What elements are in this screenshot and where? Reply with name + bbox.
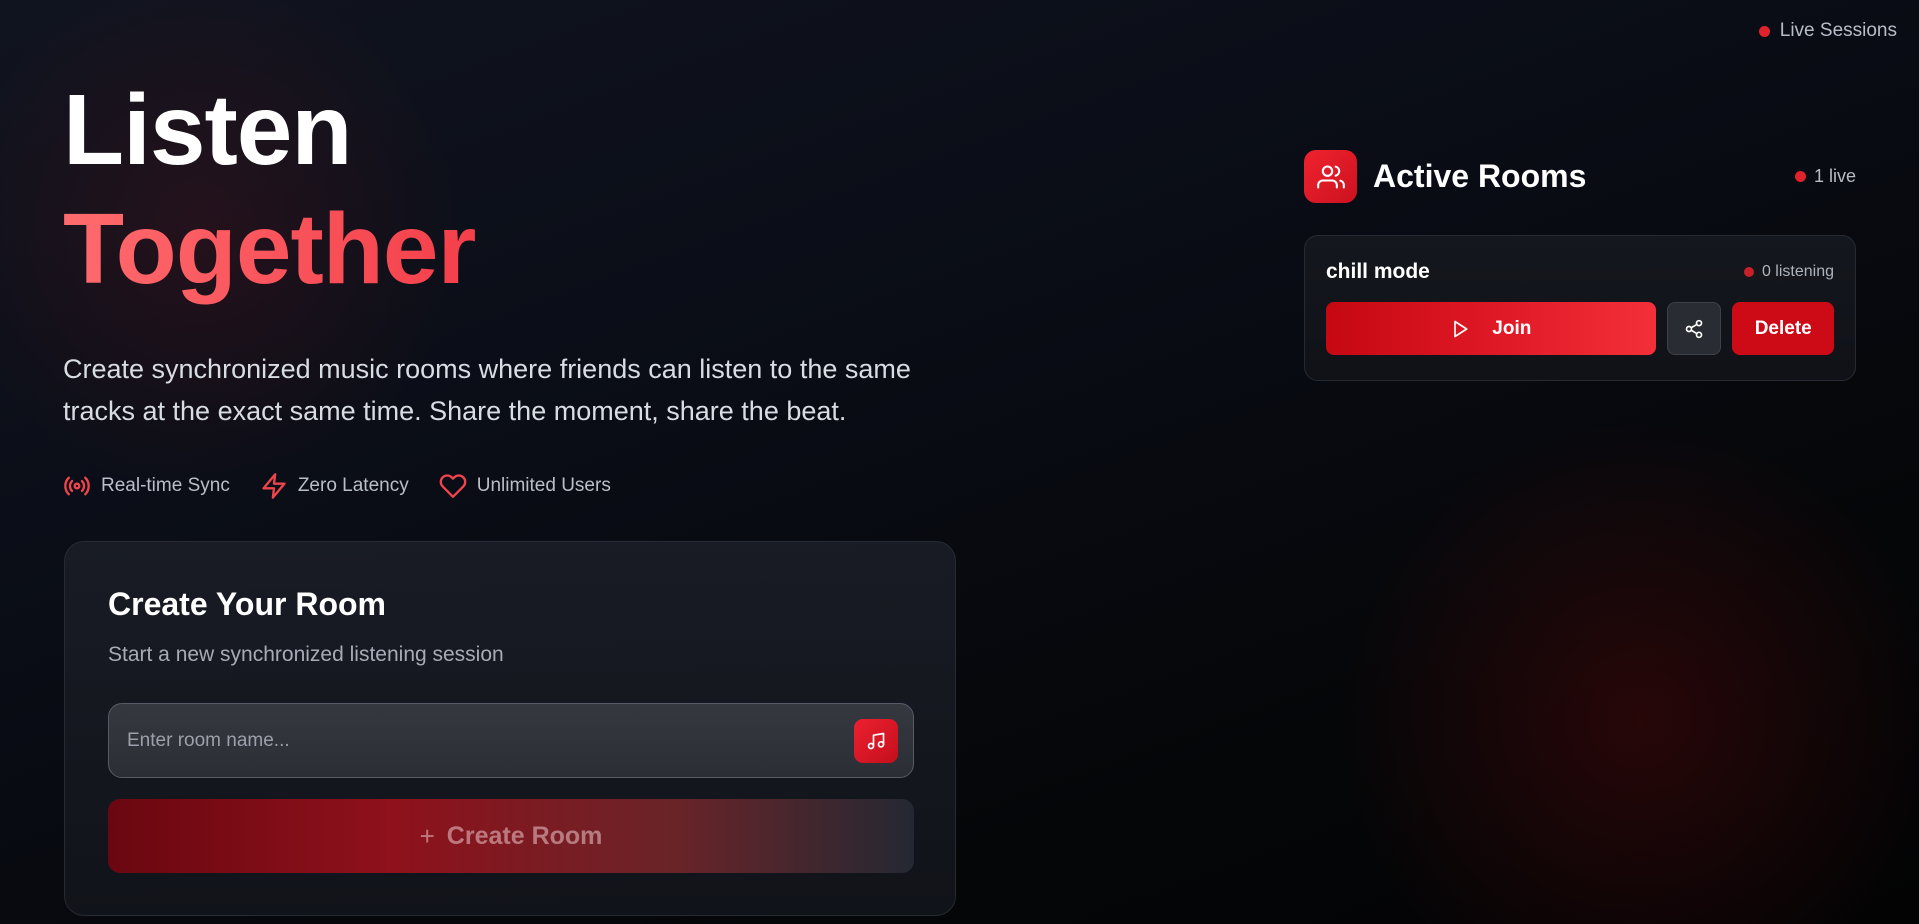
room-name: chill mode <box>1326 260 1430 283</box>
feature-unlimited-users: Unlimited Users <box>439 472 611 500</box>
feature-list: Real-time Sync Zero Latency Unlimited Us… <box>63 472 963 500</box>
listener-count: 0 listening <box>1743 263 1834 281</box>
feature-label: Real-time Sync <box>101 475 230 496</box>
join-button-label: Join <box>1492 317 1532 339</box>
music-note-icon <box>867 732 885 749</box>
live-sessions-label: Live Sessions <box>1779 20 1897 41</box>
feature-realtime-sync: Real-time Sync <box>63 472 230 500</box>
room-name-input[interactable] <box>109 704 854 777</box>
create-room-subtitle: Start a new synchronized listening sessi… <box>108 643 504 666</box>
join-button[interactable]: Join <box>1326 302 1656 355</box>
live-count-label: 1 live <box>1813 166 1856 186</box>
room-card-header: chill mode 0 listening <box>1326 260 1834 284</box>
plus-icon: + <box>419 820 435 851</box>
page: Live Sessions Listen Together Create syn… <box>0 0 1919 924</box>
music-note-button[interactable] <box>854 718 898 763</box>
broadcast-icon <box>64 476 90 496</box>
room-name-input-wrapper <box>108 703 914 778</box>
delete-button[interactable]: Delete <box>1732 302 1834 355</box>
hero-title-line2: Together <box>63 198 963 306</box>
feature-zero-latency: Zero Latency <box>260 472 409 500</box>
room-actions: Join Delete <box>1326 302 1834 355</box>
play-icon <box>1454 320 1468 337</box>
live-status-dot <box>1794 171 1806 182</box>
room-card: chill mode 0 listening Join Delete <box>1304 235 1856 381</box>
active-rooms-title: Active Rooms <box>1373 158 1587 194</box>
live-status-dot <box>1758 25 1770 37</box>
feature-label: Zero Latency <box>297 475 409 496</box>
share-button[interactable] <box>1666 302 1722 355</box>
create-room-button[interactable]: + Create Room <box>108 799 914 873</box>
live-sessions-indicator: Live Sessions <box>1758 20 1897 42</box>
active-rooms-panel: Active Rooms 1 live chill mode 0 listeni… <box>1304 150 1856 381</box>
feature-label: Unlimited Users <box>476 475 611 496</box>
listening-status-dot <box>1743 267 1754 277</box>
hero-description: Create synchronized music rooms where fr… <box>63 354 911 426</box>
create-room-button-label: Create Room <box>446 821 603 850</box>
delete-button-label: Delete <box>1754 317 1812 339</box>
listener-count-label: 0 listening <box>1761 263 1834 280</box>
users-icon <box>1304 150 1357 203</box>
lightning-icon <box>262 473 286 499</box>
share-icon <box>1685 319 1703 338</box>
heart-icon <box>439 474 467 498</box>
live-count-badge: 1 live <box>1794 166 1856 187</box>
create-room-card: Create Your Room Start a new synchronize… <box>64 541 956 916</box>
create-room-title: Create Your Room <box>108 586 386 622</box>
hero-title-line1: Listen <box>63 74 352 186</box>
active-rooms-header: Active Rooms 1 live <box>1304 150 1856 203</box>
hero-section: Listen Together Create synchronized musi… <box>63 80 963 500</box>
